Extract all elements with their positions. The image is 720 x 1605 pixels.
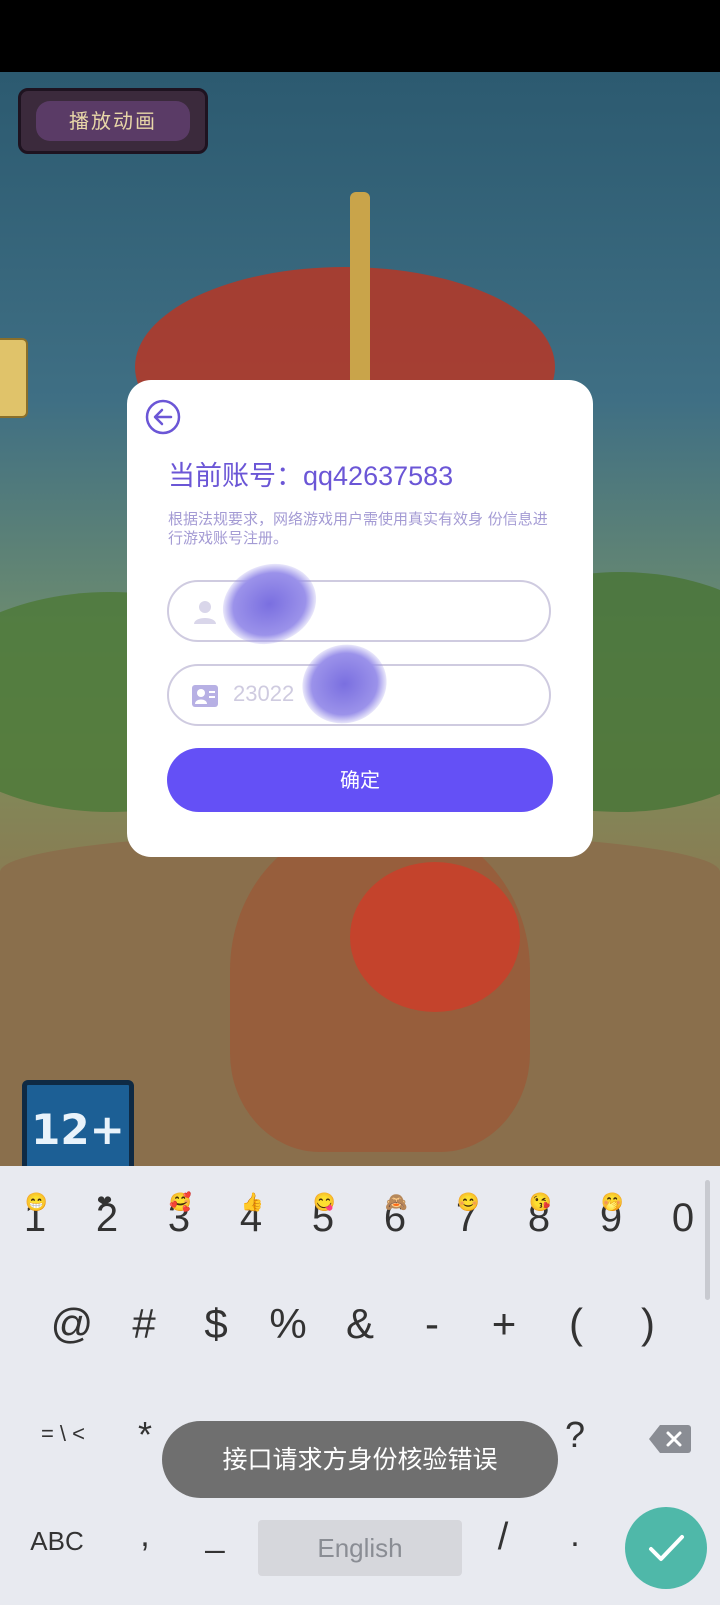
key-5[interactable]: 😋 5: [293, 1192, 353, 1241]
key-dollar[interactable]: $: [186, 1300, 246, 1348]
user-icon: [194, 601, 216, 624]
id-number-value: 23022: [233, 681, 295, 706]
back-arrow-icon[interactable]: [145, 399, 181, 435]
key-2[interactable]: ❤ 2: [77, 1192, 137, 1241]
error-toast: 接口请求方身份核验错误: [162, 1421, 558, 1498]
space-key[interactable]: English: [258, 1520, 462, 1576]
emoji-hint: 😊: [457, 1192, 480, 1212]
real-name-verification-dialog: 当前账号：qq42637583 根据法规要求，网络游戏用户需使用真实有效身 份信…: [127, 380, 593, 857]
key-question[interactable]: ?: [560, 1414, 590, 1456]
emoji-hint: 🥰: [169, 1192, 192, 1212]
key-abc[interactable]: ABC: [22, 1526, 92, 1557]
confirm-button[interactable]: 确定: [167, 748, 553, 812]
key-ampersand[interactable]: &: [330, 1300, 390, 1348]
emoji-hint: 😘: [529, 1192, 552, 1212]
key-slash[interactable]: /: [488, 1516, 518, 1559]
key-3[interactable]: 🥰 3: [149, 1192, 209, 1241]
key-close-paren[interactable]: ): [618, 1300, 678, 1348]
key-1[interactable]: 😁 1: [5, 1192, 65, 1241]
emoji-hint: 😁: [25, 1192, 48, 1212]
emoji-hint: 😋: [313, 1192, 336, 1212]
side-panel-tab[interactable]: [0, 338, 28, 418]
status-bar: [0, 0, 720, 72]
key-7[interactable]: 😊 7: [437, 1192, 497, 1241]
key-underscore[interactable]: _: [200, 1516, 230, 1555]
emoji-hint: 👍: [241, 1192, 264, 1212]
key-open-paren[interactable]: (: [546, 1300, 606, 1348]
key-8[interactable]: 😘 8: [509, 1192, 569, 1241]
current-account-label: 当前账号：qq42637583: [168, 461, 454, 491]
key-hash[interactable]: #: [114, 1300, 174, 1348]
play-animation-label: 播放动画: [36, 101, 190, 141]
done-key[interactable]: [625, 1507, 707, 1589]
key-4[interactable]: 👍 4: [221, 1192, 281, 1241]
regulation-notice: 根据法规要求，网络游戏用户需使用真实有效身 份信息进行游戏账号注册。: [168, 510, 548, 547]
play-animation-button[interactable]: 播放动画: [18, 88, 208, 154]
key-comma[interactable]: ,: [130, 1516, 160, 1555]
key-9[interactable]: 🤭 9: [581, 1192, 641, 1241]
emoji-hint: 🤭: [601, 1192, 624, 1212]
key-label: 0: [671, 1196, 695, 1240]
emoji-hint: 🙈: [385, 1192, 408, 1212]
hero-character-head: [350, 862, 520, 1012]
key-plus[interactable]: +: [474, 1300, 534, 1348]
key-asterisk[interactable]: *: [130, 1414, 160, 1456]
soft-keyboard: 😁 1 ❤ 2 🥰 3 👍 4 😋 5 🙈 6 😊 7 😘 8 🤭 9 0 @ # $ % & -…: [0, 1166, 720, 1605]
checkmark-icon: [649, 1535, 684, 1561]
key-0[interactable]: 0: [653, 1196, 713, 1241]
key-more-symbols[interactable]: = \ <: [18, 1421, 108, 1447]
key-at[interactable]: @: [42, 1300, 102, 1348]
key-minus[interactable]: -: [402, 1300, 462, 1348]
backspace-icon[interactable]: [648, 1423, 692, 1455]
key-dot[interactable]: .: [560, 1516, 590, 1555]
id-card-icon: [192, 685, 218, 707]
emoji-hint: ❤: [97, 1192, 113, 1212]
key-6[interactable]: 🙈 6: [365, 1192, 425, 1241]
key-percent[interactable]: %: [258, 1300, 318, 1348]
age-rating-badge: 12+: [22, 1080, 134, 1180]
